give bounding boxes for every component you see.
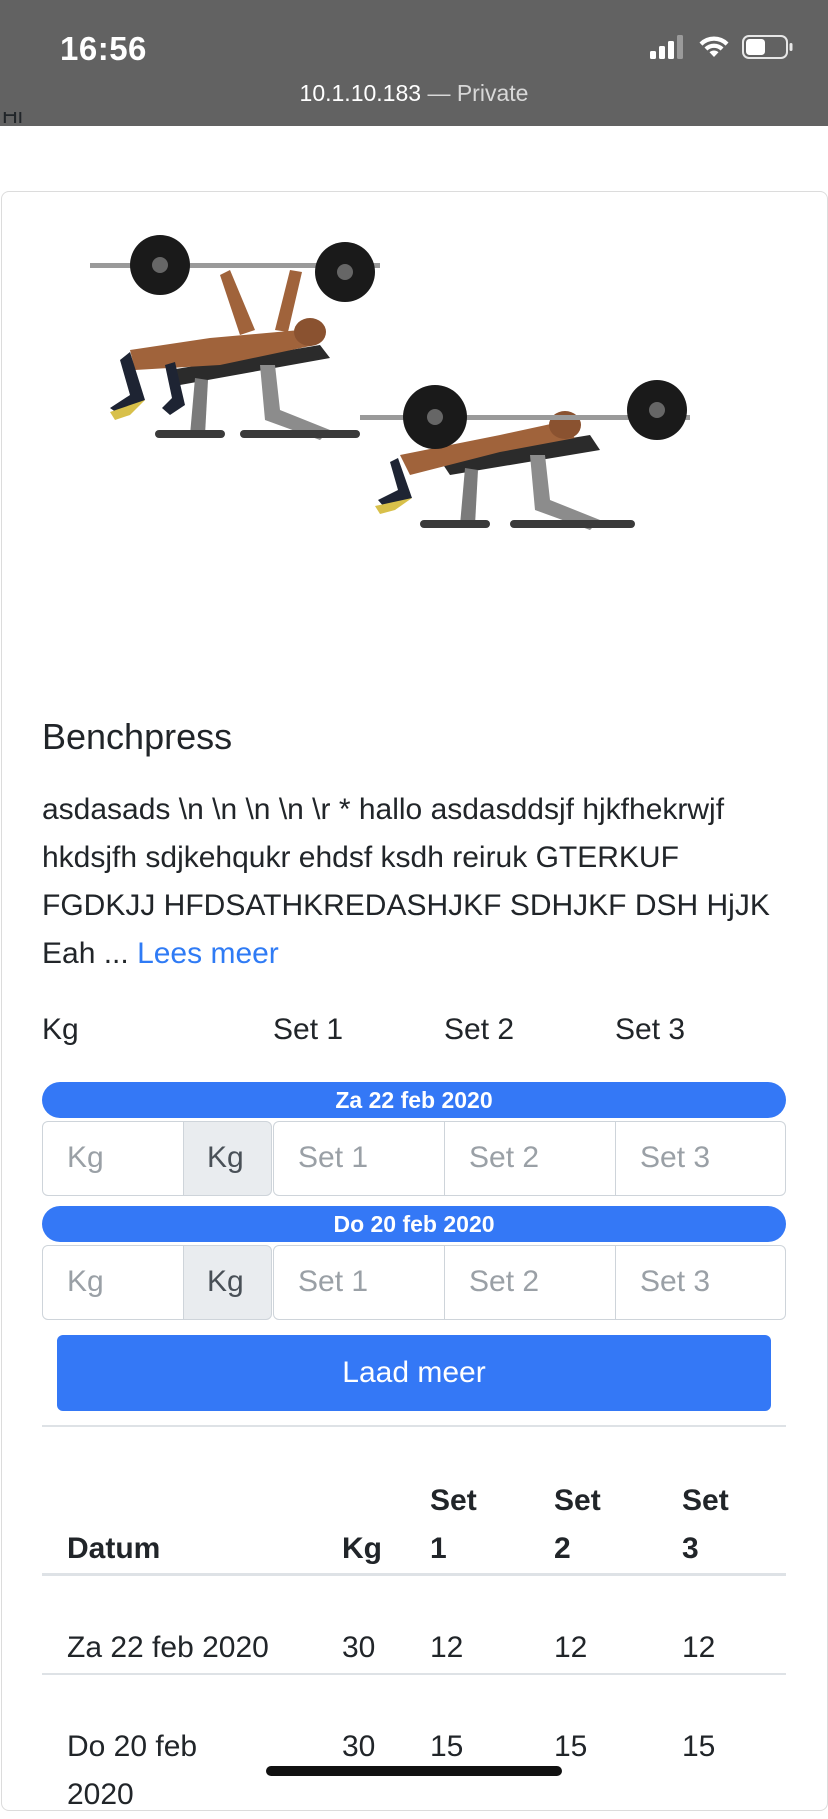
exercise-title: Benchpress <box>42 716 233 757</box>
entry-date-badge: Do 20 feb 2020 <box>42 1206 786 1242</box>
column-header-set1: Set 1 <box>273 1013 344 1046</box>
table-cell-date-continued: 2020 <box>67 1778 134 1811</box>
url-private-label: Private <box>456 80 529 106</box>
kg-unit-addon: Kg <box>183 1245 272 1320</box>
address-bar[interactable]: 10.1.10.183 — Private <box>0 80 828 107</box>
table-cell-set3: 12 <box>682 1631 716 1664</box>
table-cell-set2: 15 <box>554 1730 588 1763</box>
table-header-set3: Set <box>682 1484 729 1517</box>
status-bar: 16:56 10.1.10.183 — Private <box>0 0 828 126</box>
table-header-set1: Set <box>430 1484 477 1517</box>
table-cell-set3: 15 <box>682 1730 716 1763</box>
kg-input[interactable]: Kg <box>42 1121 184 1196</box>
entry-date-badge: Za 22 feb 2020 <box>42 1082 786 1118</box>
table-cell-kg: 30 <box>342 1730 376 1763</box>
wifi-icon <box>698 35 730 64</box>
kg-unit-addon: Kg <box>183 1121 272 1196</box>
status-icons <box>650 34 794 64</box>
column-header-set2: Set 2 <box>444 1013 515 1046</box>
read-more-link[interactable]: Lees meer <box>137 937 279 970</box>
entry-input-row: Kg Kg Set 1 Set 2 Set 3 <box>42 1245 786 1320</box>
table-cell-set1: 15 <box>430 1730 464 1763</box>
table-cell-set1: 12 <box>430 1631 464 1664</box>
history-table: Datum Kg Set 1 Set 2 Set 3 Za 22 feb 202… <box>42 1425 786 1811</box>
clipped-heading: Hi <box>2 112 23 128</box>
set2-input[interactable]: Set 2 <box>444 1245 616 1320</box>
url-separator: — <box>421 80 457 106</box>
url-host: 10.1.10.183 <box>299 80 422 106</box>
benchpress-figure-bottom <box>360 380 690 530</box>
table-cell-set2: 12 <box>554 1631 588 1664</box>
table-header-set2-number: 2 <box>554 1532 571 1565</box>
table-header-divider <box>42 1573 786 1576</box>
table-header-set2: Set <box>554 1484 601 1517</box>
column-header-kg: Kg <box>42 1013 79 1046</box>
cellular-signal-icon <box>650 34 686 64</box>
table-cell-kg: 30 <box>342 1631 376 1664</box>
table-header-set1-number: 1 <box>430 1532 447 1565</box>
table-row-divider <box>42 1673 786 1675</box>
benchpress-figure-top <box>90 235 380 440</box>
table-header-kg: Kg <box>342 1532 382 1565</box>
load-more-button[interactable]: Laad meer <box>57 1335 771 1411</box>
set1-input[interactable]: Set 1 <box>273 1121 445 1196</box>
exercise-description: asdasads \n \n \n \n \r * hallo asdasdds… <box>42 786 782 978</box>
home-indicator[interactable] <box>266 1766 562 1776</box>
kg-input[interactable]: Kg <box>42 1245 184 1320</box>
column-header-set3: Set 3 <box>615 1013 686 1046</box>
set1-input[interactable]: Set 1 <box>273 1245 445 1320</box>
battery-icon <box>742 34 794 65</box>
table-header-set3-number: 3 <box>682 1532 699 1565</box>
table-cell-date: Za 22 feb 2020 <box>67 1631 269 1664</box>
entry-column-headers: Kg Set 1 Set 2 Set 3 <box>42 1013 786 1053</box>
set3-input[interactable]: Set 3 <box>615 1245 786 1320</box>
status-time: 16:56 <box>60 30 147 67</box>
entry-input-row: Kg Kg Set 1 Set 2 Set 3 <box>42 1121 786 1196</box>
set3-input[interactable]: Set 3 <box>615 1121 786 1196</box>
exercise-image <box>90 235 690 530</box>
table-cell-date: Do 20 feb <box>67 1730 198 1763</box>
set2-input[interactable]: Set 2 <box>444 1121 616 1196</box>
table-header-date: Datum <box>67 1532 161 1565</box>
